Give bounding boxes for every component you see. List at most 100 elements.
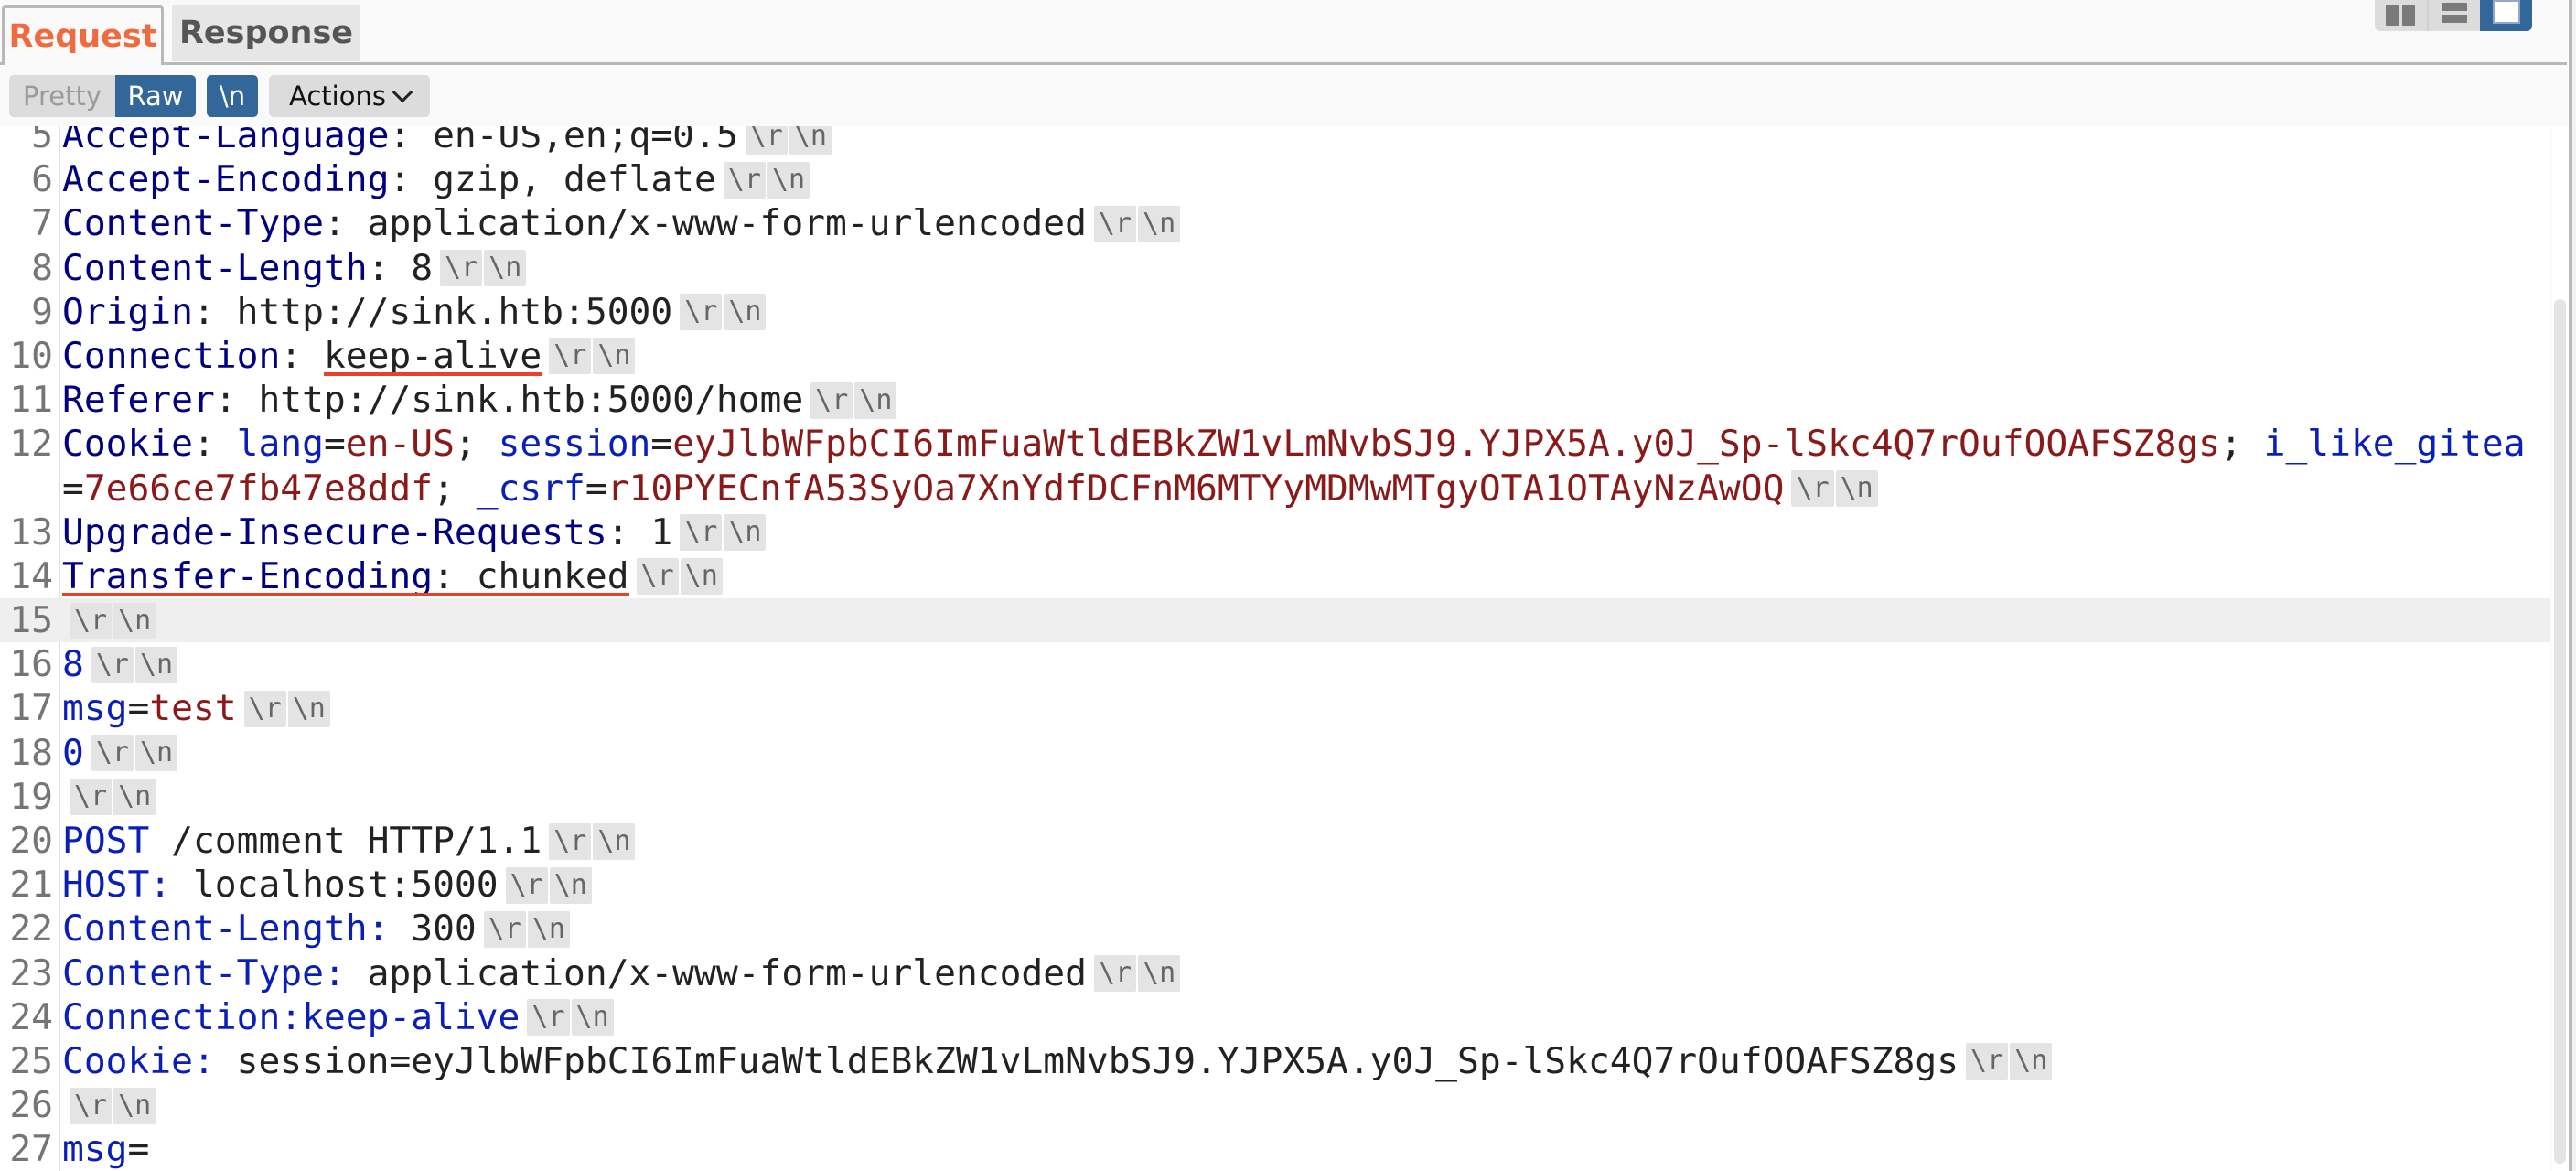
code-line[interactable]: 10 Connection: keep-alive \r \n	[0, 334, 2550, 378]
code-line[interactable]: 19 \r \n	[0, 775, 2550, 819]
line-number: 6	[31, 158, 53, 201]
code-line[interactable]: 16 8 \r \n	[0, 642, 2550, 686]
newline-marker: \n	[789, 126, 832, 155]
text-token: chunked	[476, 554, 629, 597]
pretty-button[interactable]: Pretty	[9, 75, 115, 117]
carriage-return-marker: \r	[70, 602, 113, 639]
line-content: Referer: http://sink.htb:5000/home \r \n	[62, 378, 897, 422]
code-line[interactable]: 9 Origin: http://sink.htb:5000 \r \n	[0, 290, 2550, 334]
text-token: :	[192, 423, 237, 466]
line-number: 10	[9, 334, 53, 377]
line-content: Origin: http://sink.htb:5000 \r \n	[62, 290, 767, 334]
code-line[interactable]: 22 Content-Length: 300 \r \n	[0, 907, 2550, 951]
text-token: =	[650, 423, 673, 466]
newline-marker: \n	[113, 779, 156, 816]
line-content: \r \n	[62, 1083, 156, 1127]
newline-marker: \n	[1138, 955, 1181, 993]
text-token: :	[280, 334, 324, 377]
newline-marker: \n	[593, 822, 636, 860]
text-token: ;	[2219, 423, 2264, 466]
carriage-return-marker: \r	[810, 381, 853, 419]
code-line[interactable]: 20 POST /comment HTTP/1.1 \r \n	[0, 819, 2550, 863]
code-line[interactable]: =7e66ce7fb47e8ddf; _csrf=r10PYECnfA53SyO…	[0, 467, 2550, 510]
param-name: msg	[62, 1128, 128, 1171]
newline-marker: \n	[724, 294, 767, 331]
code-line[interactable]: 13 Upgrade-Insecure-Requests: 1 \r \n	[0, 510, 2550, 554]
carriage-return-marker: \r	[1966, 1043, 2009, 1080]
code-line[interactable]: 23 Content-Type: application/x-www-form-u…	[0, 951, 2550, 995]
code-line[interactable]: 6 Accept-Encoding: gzip, deflate \r \n	[0, 157, 2550, 201]
code-line[interactable]: 18 0 \r \n	[0, 731, 2550, 775]
text-token: =	[585, 467, 607, 510]
line-number: 15	[9, 599, 53, 642]
tab-response[interactable]: Response	[172, 5, 360, 61]
text-token: :	[192, 290, 237, 333]
param-name: Content-Type:	[62, 951, 346, 994]
scrollbar-thumb[interactable]	[2554, 299, 2566, 1164]
carriage-return-marker: \r	[70, 779, 113, 816]
code-line[interactable]: 14 Transfer-Encoding: chunked \r \n	[0, 554, 2550, 598]
param-name: lang	[236, 423, 324, 466]
code-line[interactable]: 7 Content-Type: application/x-www-form-ur…	[0, 201, 2550, 245]
header-name: Connection	[62, 334, 281, 377]
line-number: 22	[9, 908, 53, 951]
code-line[interactable]: 27 msg=	[0, 1127, 2550, 1171]
line-content: Content-Length: 8 \r \n	[62, 246, 527, 290]
newline-marker: \n	[134, 735, 178, 772]
raw-button[interactable]: Raw	[115, 75, 196, 117]
code-line[interactable]: 12 Cookie: lang=en-US; session=eyJlbWFpbC…	[0, 422, 2550, 466]
carriage-return-marker: \r	[243, 690, 286, 727]
text-token: http://sink.htb:5000/home	[258, 379, 804, 422]
editor-toolbar: Pretty Raw \n Actions	[9, 75, 430, 117]
code-line[interactable]: 8 Content-Length: 8 \r \n	[0, 246, 2550, 290]
line-number: 18	[9, 731, 53, 774]
line-number: 21	[9, 864, 53, 907]
line-content: Content-Type: application/x-www-form-url…	[62, 201, 1181, 245]
code-line[interactable]: 5 Accept-Language: en-US,en;q=0.5 \r \n	[0, 126, 2550, 157]
layout-stacked-button[interactable]	[2426, 0, 2481, 31]
line-content: POST /comment HTTP/1.1 \r \n	[62, 819, 636, 863]
line-number: 23	[9, 951, 53, 994]
newline-marker: \n	[571, 999, 614, 1037]
code-line[interactable]: 17 msg=test \r \n	[0, 686, 2550, 730]
newline-marker: \n	[527, 910, 570, 948]
line-number: 11	[9, 379, 53, 422]
actions-dropdown[interactable]: Actions	[269, 75, 430, 117]
param-name: 8	[62, 643, 84, 686]
line-content: =7e66ce7fb47e8ddf; _csrf=r10PYECnfA53SyO…	[62, 467, 1878, 510]
show-newlines-button[interactable]: \n	[207, 75, 258, 117]
tab-request[interactable]: Request	[2, 5, 164, 65]
actions-label: Actions	[289, 81, 386, 112]
param-value: r10PYECnfA53SyOa7XnYdfDCFnM6MTYyMDMwMTgy…	[606, 467, 1785, 510]
line-number: 27	[9, 1128, 53, 1171]
single-pane-icon	[2492, 0, 2520, 24]
line-content: Connection:keep-alive \r \n	[62, 995, 614, 1039]
line-number: 12	[9, 423, 53, 466]
code-line[interactable]: 26 \r \n	[0, 1083, 2550, 1127]
line-number: 13	[9, 510, 53, 553]
code-line[interactable]: 11 Referer: http://sink.htb:5000/home \r \n	[0, 378, 2550, 422]
text-token: :	[367, 246, 412, 289]
layout-single-button[interactable]	[2480, 0, 2532, 31]
carriage-return-marker: \r	[91, 735, 134, 772]
line-content: 8 \r \n	[62, 642, 178, 686]
newline-marker: \n	[549, 866, 592, 904]
line-content: Upgrade-Insecure-Requests: 1 \r \n	[62, 510, 767, 554]
code-line[interactable]: 15 \r \n	[0, 598, 2550, 643]
layout-toggle-group	[2375, 0, 2532, 31]
line-number: 25	[9, 1039, 53, 1082]
code-line[interactable]: 24 Connection:keep-alive \r \n	[0, 995, 2550, 1039]
text-token: application/x-www-form-urlencoded	[345, 951, 1087, 994]
param-name: msg	[62, 687, 128, 730]
line-content: Cookie: lang=en-US; session=eyJlbWFpbCI6…	[62, 422, 2526, 466]
request-editor[interactable]: 5 Accept-Language: en-US,en;q=0.5 \r \n 6 Acc…	[0, 126, 2550, 1171]
newline-marker: \n	[484, 250, 527, 287]
code-line[interactable]: 25 Cookie: session=eyJlbWFpbCI6ImFuaWtldE…	[0, 1039, 2550, 1083]
carriage-return-marker: \r	[505, 866, 548, 904]
line-content: Content-Length: 300 \r \n	[62, 907, 570, 951]
layout-side-by-side-button[interactable]	[2375, 0, 2427, 31]
carriage-return-marker: \r	[1093, 955, 1137, 993]
text-token: 300	[389, 908, 477, 951]
code-line[interactable]: 21 HOST: localhost:5000 \r \n	[0, 863, 2550, 907]
carriage-return-marker: \r	[91, 646, 134, 683]
